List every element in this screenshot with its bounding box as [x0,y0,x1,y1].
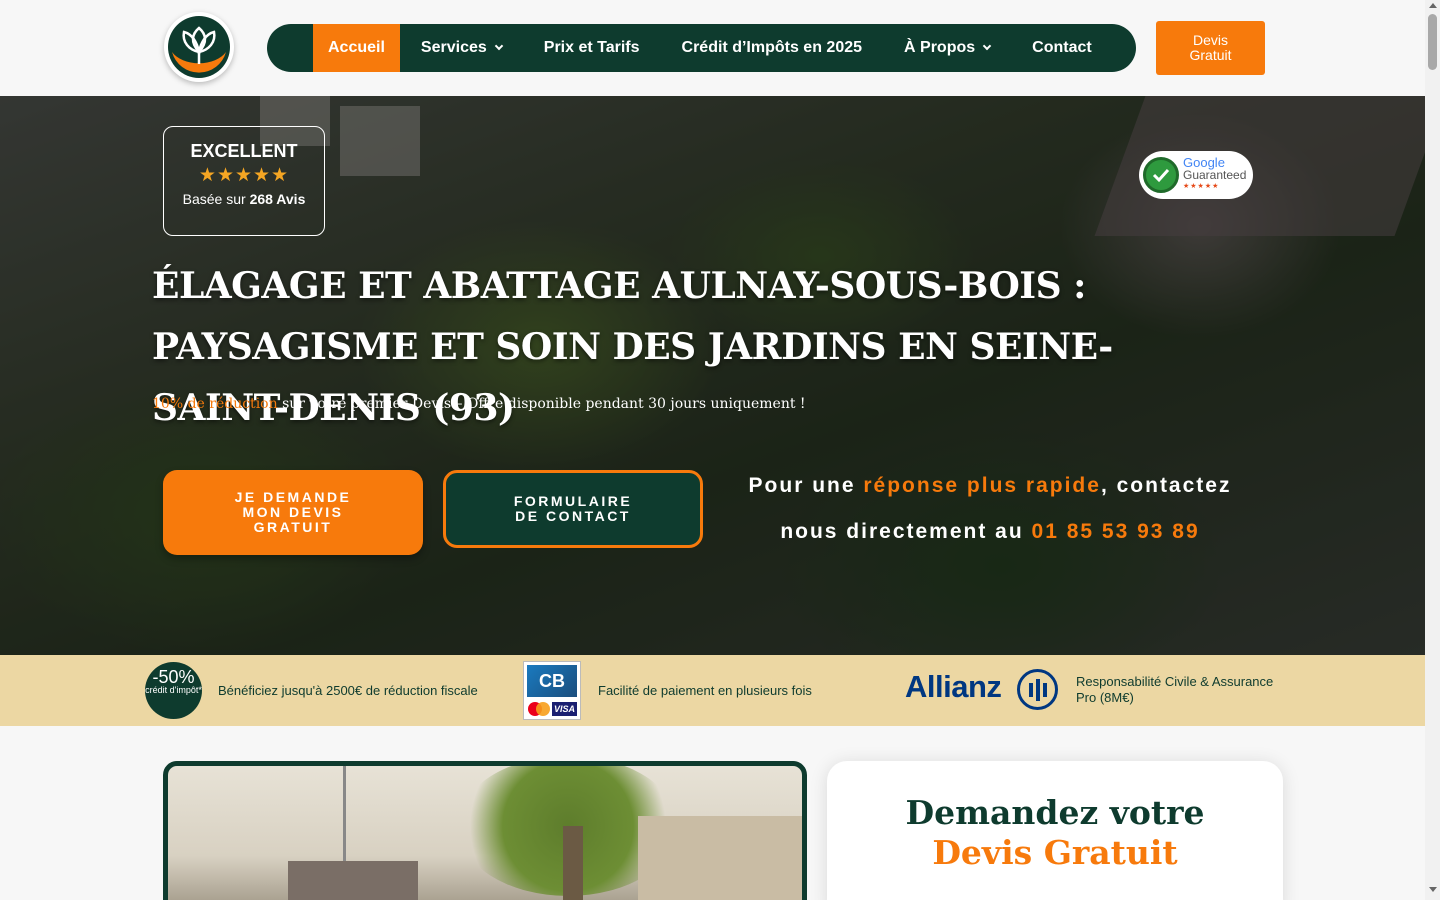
contact-callout: Pour une réponse plus rapide, contactez … [730,463,1250,555]
chevron-down-icon [982,41,992,51]
photo-roof [288,861,418,900]
nav-label: Contact [1032,39,1092,56]
credit-badge-small: crédit d'impôt* [145,685,202,695]
nav-item-credit-impots[interactable]: Crédit d’Impôts en 2025 [661,24,884,72]
badge-stars: ★★★★★ [1183,183,1220,190]
payment-text: Facilité de paiement en plusieurs fois [598,683,812,698]
check-icon [1143,157,1179,193]
badge-text: Google Guaranteed ★★★★★ [1183,156,1247,193]
main-nav: Accueil Services Prix et Tarifs Crédit d… [267,24,1136,72]
devis-gratuit-button[interactable]: Devis Gratuit [1156,21,1265,75]
scroll-down-arrow-icon[interactable] [1428,887,1437,892]
photo-trunk [563,826,583,900]
chevron-down-icon [494,41,504,51]
nav-item-contact[interactable]: Contact [1011,24,1113,72]
arborist-photo [163,761,807,900]
photo-house [638,816,802,900]
insurance-text: Responsabilité Civile & Assurance Pro (8… [1076,674,1274,705]
trust-strip: -50% crédit d'impôt* Bénéficiez jusqu'à … [0,655,1425,726]
contact-highlight: réponse plus rapide [863,474,1101,497]
quote-card-title-2: Devis Gratuit [932,833,1178,872]
allianz-eagle-icon [1017,669,1058,710]
credit-badge-big: -50% [152,667,195,687]
scroll-thumb[interactable] [1428,14,1437,70]
cb-payment-icon: CB VISA [523,661,581,720]
mastercard-icon [528,702,550,716]
review-count-value: 268 Avis [249,191,306,207]
tree-logo[interactable] [164,12,234,82]
phone-link[interactable]: 01 85 53 93 89 [1032,520,1200,543]
nav-item-services[interactable]: Services [400,24,523,72]
review-summary: EXCELLENT ★★★★★ Basée sur 268 Avis [163,126,325,236]
contact-form-button[interactable]: FORMULAIRE DE CONTACT [443,470,703,548]
google-guaranteed-badge: Google Guaranteed ★★★★★ [1139,151,1253,199]
quote-form-card: Demandez votre Devis Gratuit [827,761,1283,900]
scroll-up-arrow-icon[interactable] [1428,3,1437,8]
nav-label: Prix et Tarifs [543,39,640,56]
nav-item-a-propos[interactable]: À Propos [883,24,1011,72]
review-based-prefix: Basée sur [182,191,246,207]
nav-label: À Propos [904,39,976,56]
star-rating: ★★★★★ [198,165,290,186]
badge-guaranteed: Guaranteed [1183,168,1247,182]
nav-label: Accueil [328,39,385,56]
request-quote-button[interactable]: JE DEMANDE MON DEVIS GRATUIT [163,470,423,555]
tree-logo-icon [168,16,230,78]
contact-part1: Pour une [748,474,864,497]
nav-item-accueil[interactable]: Accueil [313,24,400,72]
offer-rest: sur votre premier Devis – Offre disponib… [277,396,806,412]
offer-text: 10% de réduction sur votre premier Devis… [152,396,806,412]
nav-label: Services [420,39,487,56]
cb-label: CB [527,665,577,697]
quote-card-title-1: Demandez votre [905,793,1205,832]
credit-text: Bénéficiez jusqu'à 2500€ de réduction fi… [218,683,478,698]
offer-highlight: 10% de réduction [152,396,278,412]
review-rating-label: EXCELLENT [190,141,298,161]
hero-section: EXCELLENT ★★★★★ Basée sur 268 Avis Googl… [0,96,1425,655]
nav-label: Crédit d’Impôts en 2025 [681,39,863,56]
review-count: Basée sur 268 Avis [164,191,324,207]
page-scrollbar[interactable] [1425,0,1440,900]
credit-impot-badge: -50% crédit d'impôt* [145,662,202,719]
nav-item-prix-tarifs[interactable]: Prix et Tarifs [523,24,661,72]
visa-label: VISA [552,702,577,716]
site-header: Accueil Services Prix et Tarifs Crédit d… [0,0,1425,96]
allianz-logo: Allianz [905,669,1002,704]
